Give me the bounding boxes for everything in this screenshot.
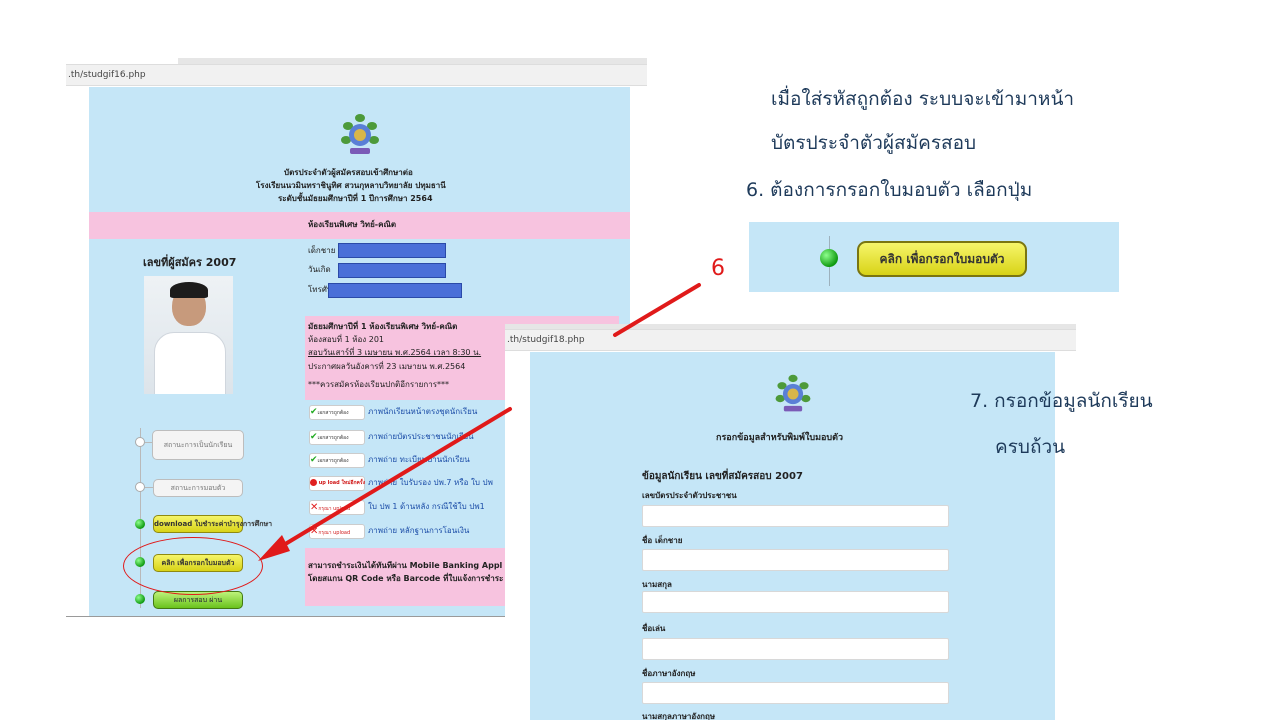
arrowhead-icon bbox=[258, 535, 290, 561]
step-6-arrow-shaft bbox=[270, 407, 512, 554]
annotation-arrows bbox=[258, 283, 701, 561]
step-6-pointer-line bbox=[613, 283, 701, 337]
